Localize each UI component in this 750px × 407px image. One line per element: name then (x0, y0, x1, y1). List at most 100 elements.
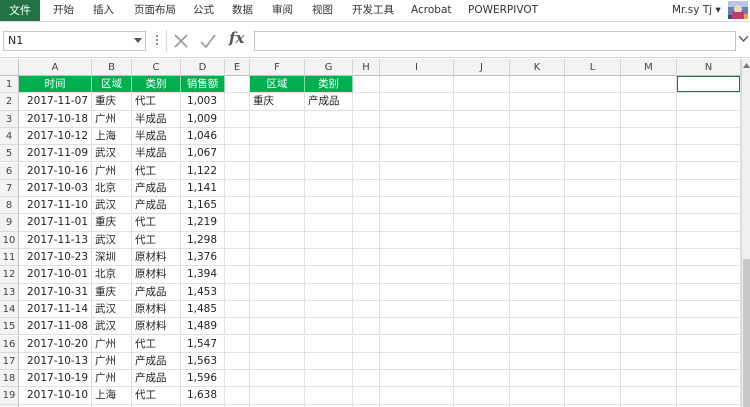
cell[interactable] (380, 179, 454, 198)
cell[interactable] (510, 387, 565, 405)
row-header[interactable]: 12 (0, 266, 19, 284)
cell[interactable] (621, 145, 677, 163)
cell[interactable] (677, 283, 741, 301)
cell[interactable] (353, 249, 380, 267)
data-cell[interactable]: 广州 (92, 370, 132, 388)
cell[interactable] (565, 335, 621, 353)
column-header-i[interactable]: I (380, 59, 454, 76)
cell[interactable] (353, 76, 380, 94)
row-header[interactable]: 1 (0, 76, 19, 94)
cell[interactable] (621, 352, 677, 371)
cell[interactable] (380, 352, 454, 371)
cell[interactable] (353, 300, 380, 319)
cell[interactable] (677, 76, 741, 94)
data-cell[interactable]: 1,219 (181, 214, 225, 232)
data-cell[interactable]: 2017-10-18 (19, 110, 92, 128)
data-cell[interactable]: 代工 (132, 335, 181, 353)
cell[interactable] (380, 93, 454, 111)
cell[interactable] (353, 231, 380, 249)
header-cell[interactable]: 时间 (19, 76, 92, 94)
row-header[interactable]: 17 (0, 352, 19, 371)
cell[interactable] (565, 93, 621, 111)
cell[interactable] (305, 197, 353, 215)
cell[interactable] (677, 335, 741, 353)
cell[interactable] (677, 145, 741, 163)
column-header-e[interactable]: E (225, 59, 250, 76)
cell[interactable] (565, 387, 621, 405)
data-cell[interactable]: 2017-11-13 (19, 231, 92, 249)
data-cell[interactable]: 1,009 (181, 110, 225, 128)
cell[interactable] (225, 162, 250, 180)
select-all-corner[interactable] (0, 59, 19, 76)
cell[interactable] (225, 127, 250, 146)
cell[interactable] (621, 127, 677, 146)
cell[interactable] (380, 370, 454, 388)
data-cell[interactable]: 2017-10-19 (19, 370, 92, 388)
cell[interactable] (510, 266, 565, 284)
cell[interactable] (380, 162, 454, 180)
cell[interactable] (225, 231, 250, 249)
column-header-m[interactable]: M (621, 59, 677, 76)
row-header[interactable]: 9 (0, 214, 19, 232)
cell[interactable] (380, 335, 454, 353)
name-box[interactable]: N1 (3, 31, 146, 51)
tab-insert[interactable]: 插入 (93, 0, 114, 21)
row-header[interactable]: 6 (0, 162, 19, 180)
column-header-a[interactable]: A (19, 59, 92, 76)
cell[interactable] (353, 145, 380, 163)
cell[interactable] (250, 352, 305, 371)
data-cell[interactable]: 1,394 (181, 266, 225, 284)
cell[interactable] (565, 145, 621, 163)
tab-acrobat[interactable]: Acrobat (411, 0, 452, 21)
cell[interactable] (353, 352, 380, 371)
cell[interactable] (380, 145, 454, 163)
cell[interactable] (225, 300, 250, 319)
data-cell[interactable]: 广州 (92, 110, 132, 128)
column-header-c[interactable]: C (132, 59, 181, 76)
criteria-header-cell[interactable]: 区域 (250, 76, 305, 94)
cell[interactable] (454, 249, 510, 267)
cell[interactable] (250, 335, 305, 353)
data-cell[interactable]: 1,298 (181, 231, 225, 249)
data-cell[interactable]: 2017-10-23 (19, 249, 92, 267)
cell[interactable] (510, 300, 565, 319)
cell[interactable] (353, 93, 380, 111)
column-header-d[interactable]: D (181, 59, 225, 76)
cell[interactable] (621, 76, 677, 94)
cell[interactable] (250, 197, 305, 215)
cell[interactable] (565, 76, 621, 94)
cell[interactable] (305, 283, 353, 301)
row-header[interactable]: 18 (0, 370, 19, 388)
row-header[interactable]: 16 (0, 335, 19, 353)
data-cell[interactable]: 半成品 (132, 127, 181, 146)
cell[interactable] (677, 352, 741, 371)
data-cell[interactable]: 1,638 (181, 387, 225, 405)
data-cell[interactable]: 重庆 (92, 283, 132, 301)
cell[interactable] (565, 318, 621, 336)
cell[interactable] (565, 127, 621, 146)
data-cell[interactable]: 1,122 (181, 162, 225, 180)
data-cell[interactable]: 2017-10-31 (19, 283, 92, 301)
cell[interactable] (225, 335, 250, 353)
data-cell[interactable]: 2017-10-01 (19, 266, 92, 284)
data-cell[interactable]: 产成品 (132, 197, 181, 215)
data-cell[interactable]: 1,563 (181, 352, 225, 371)
cell[interactable] (225, 387, 250, 405)
data-cell[interactable]: 重庆 (92, 93, 132, 111)
row-header[interactable]: 15 (0, 318, 19, 336)
cell[interactable] (454, 266, 510, 284)
cell[interactable] (565, 283, 621, 301)
cell[interactable] (454, 162, 510, 180)
cell[interactable] (677, 127, 741, 146)
cell[interactable] (225, 352, 250, 371)
row-header[interactable]: 14 (0, 300, 19, 319)
row-header[interactable]: 13 (0, 283, 19, 301)
cell[interactable] (380, 110, 454, 128)
cell[interactable] (677, 110, 741, 128)
cell[interactable] (454, 76, 510, 94)
cell[interactable] (454, 179, 510, 198)
cell[interactable] (454, 387, 510, 405)
cell[interactable] (380, 76, 454, 94)
cell[interactable] (353, 387, 380, 405)
data-cell[interactable]: 1,596 (181, 370, 225, 388)
